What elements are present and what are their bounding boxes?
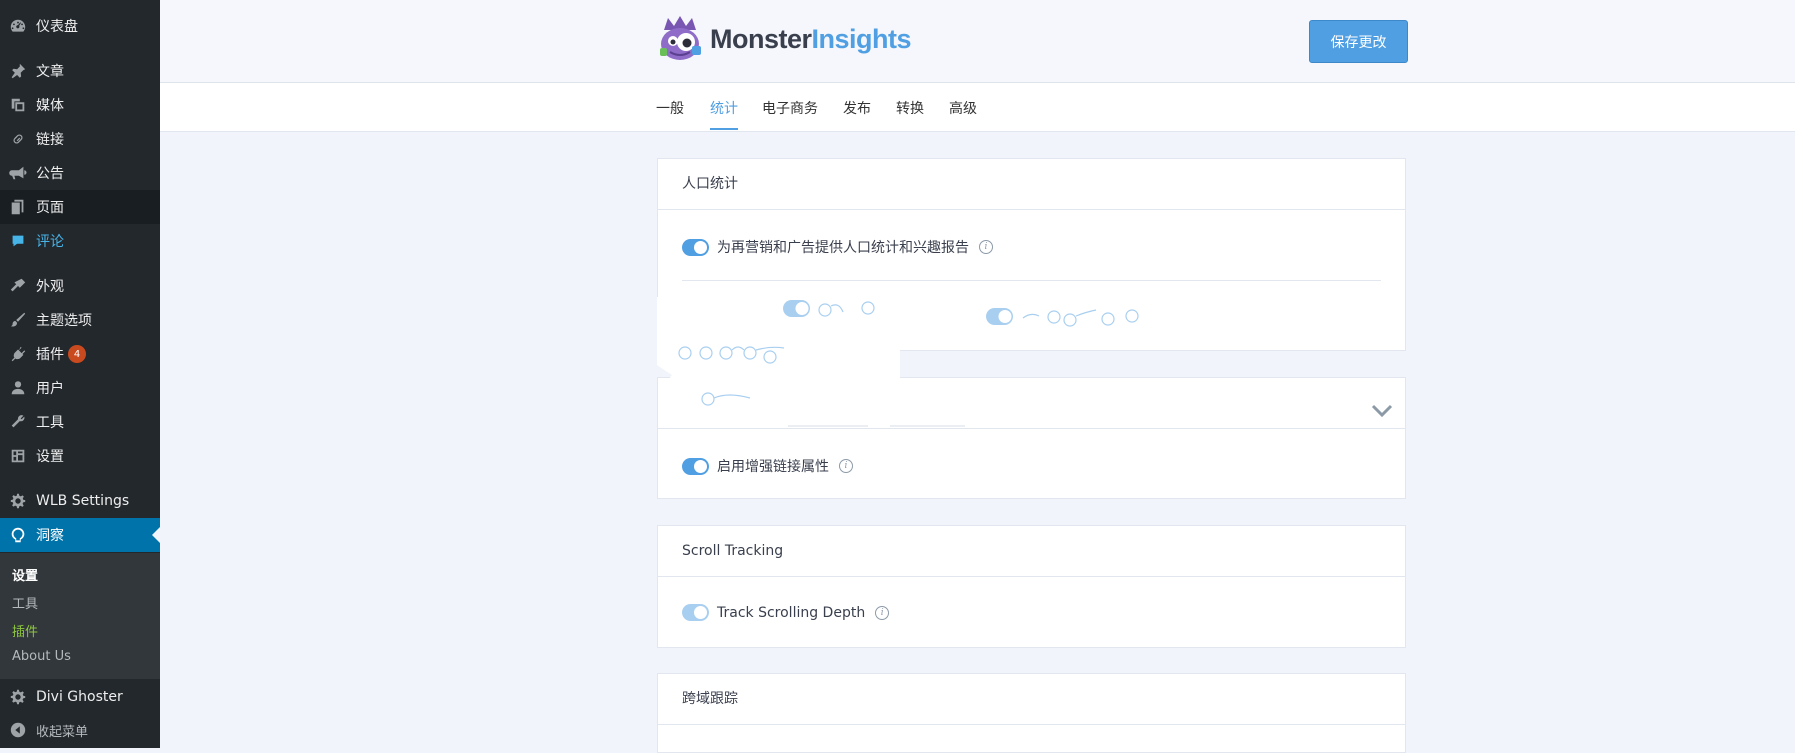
- demographics-label: 为再营销和广告提供人口统计和兴趣报告: [717, 240, 969, 256]
- collapse-menu-label: 收起菜单: [36, 724, 89, 740]
- divider: [682, 280, 1381, 281]
- sidebar-item-label: 插件: [36, 347, 64, 363]
- tab-tracking[interactable]: 统计: [710, 98, 738, 130]
- pin-icon: [9, 62, 27, 80]
- sidebar-item-theme-options[interactable]: 主题选项: [0, 303, 160, 337]
- save-changes-button[interactable]: 保存更改: [1309, 20, 1408, 63]
- demographics-card: 人口统计 为再营销和广告提供人口统计和兴趣报告 i: [657, 158, 1406, 351]
- info-icon[interactable]: i: [875, 605, 890, 620]
- sidebar-item-dashboard[interactable]: 仪表盘: [0, 9, 160, 43]
- submenu-item-about-us[interactable]: About Us: [12, 649, 71, 664]
- tab-conversions[interactable]: 转换: [896, 98, 924, 128]
- pages-icon: [9, 198, 27, 216]
- comments-icon: [9, 232, 27, 250]
- scroll-depth-label: Track Scrolling Depth: [717, 604, 866, 621]
- enhanced-link-row: 启用增强链接属性 i: [682, 456, 853, 476]
- sidebar-item-label: Divi Ghoster: [36, 689, 123, 705]
- demographics-row: 为再营销和广告提供人口统计和兴趣报告 i: [682, 237, 993, 257]
- enhanced-link-label: 启用增强链接属性: [717, 459, 829, 475]
- link-icon: [9, 130, 27, 148]
- appearance-icon: [9, 277, 27, 295]
- brand-name: MonsterInsights: [710, 23, 912, 54]
- sidebar-item-label: 外观: [36, 279, 64, 295]
- sidebar-item-label: 用户: [36, 381, 64, 397]
- dashboard-icon: [9, 17, 27, 35]
- sidebar-item-wlb-settings[interactable]: WLB Settings: [0, 484, 160, 518]
- enhanced-link-toggle[interactable]: [682, 457, 709, 475]
- sidebar-item-divi-ghoster[interactable]: Divi Ghoster: [0, 680, 160, 714]
- cross-domain-card: 跨域跟踪: [657, 673, 1406, 753]
- plugin-update-badge: 4: [68, 345, 86, 363]
- sidebar-item-users[interactable]: 用户: [0, 371, 160, 405]
- sidebar-item-label: 评论: [36, 234, 64, 250]
- sidebar-item-posts[interactable]: 文章: [0, 54, 160, 88]
- sidebar-item-label: 文章: [36, 64, 64, 80]
- sidebar-item-insights[interactable]: 洞察: [0, 518, 160, 552]
- card-title: 跨域跟踪: [658, 674, 1405, 725]
- collapse-menu-button[interactable]: 收起菜单: [0, 713, 160, 747]
- enhanced-link-card: 启用增强链接属性 i: [657, 377, 1406, 499]
- submenu-item-tools[interactable]: 工具: [12, 593, 38, 612]
- sidebar-item-appearance[interactable]: 外观: [0, 269, 160, 303]
- megaphone-icon: [9, 164, 27, 182]
- sidebar-item-label: 仪表盘: [36, 19, 78, 35]
- tab-advanced[interactable]: 高级: [949, 98, 977, 128]
- card-title: 人口统计: [658, 159, 1405, 210]
- card-title: Scroll Tracking: [658, 526, 1405, 577]
- sidebar-item-settings[interactable]: 设置: [0, 439, 160, 473]
- collapse-icon: [9, 721, 27, 739]
- monsterinsights-logo: MonsterInsights: [656, 16, 912, 62]
- gear-icon: [9, 688, 27, 706]
- sidebar-item-label: 主题选项: [36, 313, 92, 329]
- wrench-icon: [9, 413, 27, 431]
- sidebar-item-label: 链接: [36, 132, 64, 148]
- admin-sidebar: 仪表盘 文章 媒体 链接 公告 页面 评论 外观 主题选项 插件 4 用户 工具…: [0, 0, 160, 748]
- tab-ecommerce[interactable]: 电子商务: [762, 98, 818, 128]
- sidebar-item-announcements[interactable]: 公告: [0, 156, 160, 190]
- scroll-tracking-card: Scroll Tracking Track Scrolling Depth i: [657, 525, 1406, 648]
- chevron-down-icon[interactable]: [1371, 404, 1393, 418]
- scroll-depth-row: Track Scrolling Depth i: [682, 604, 890, 621]
- demographics-toggle[interactable]: [682, 238, 709, 256]
- sidebar-item-pages[interactable]: 页面: [0, 190, 160, 224]
- sidebar-item-label: WLB Settings: [36, 493, 130, 509]
- sidebar-item-label: 页面: [36, 200, 64, 216]
- monster-mascot-icon: [660, 16, 701, 60]
- sidebar-item-label: 公告: [36, 166, 64, 182]
- sidebar-item-plugins[interactable]: 插件 4: [0, 337, 160, 371]
- settings-tabs: 一般 统计 电子商务 发布 转换 高级: [160, 83, 1795, 132]
- insights-icon: [9, 526, 27, 544]
- sidebar-item-tools[interactable]: 工具: [0, 405, 160, 439]
- sidebar-item-comments[interactable]: 评论: [0, 224, 160, 258]
- insights-submenu: 设置 工具 插件 About Us: [0, 553, 160, 679]
- sidebar-item-label: 设置: [36, 449, 64, 465]
- media-icon: [9, 96, 27, 114]
- sidebar-item-media[interactable]: 媒体: [0, 88, 160, 122]
- user-icon: [9, 379, 27, 397]
- sidebar-item-links[interactable]: 链接: [0, 122, 160, 156]
- sidebar-item-label: 洞察: [36, 528, 64, 544]
- info-icon[interactable]: i: [839, 459, 853, 473]
- page-header: MonsterInsights 保存更改: [160, 0, 1795, 83]
- tab-general[interactable]: 一般: [656, 98, 684, 128]
- settings-icon: [9, 447, 27, 465]
- scroll-depth-toggle[interactable]: [682, 604, 709, 621]
- submenu-item-addons[interactable]: 插件: [12, 621, 38, 640]
- tab-publisher[interactable]: 发布: [843, 98, 871, 128]
- brush-icon: [9, 311, 27, 329]
- info-icon[interactable]: i: [979, 240, 993, 254]
- plugin-icon: [9, 345, 27, 363]
- submenu-item-settings[interactable]: 设置: [12, 565, 38, 584]
- sidebar-item-label: 工具: [36, 415, 64, 431]
- sidebar-item-label: 媒体: [36, 98, 64, 114]
- gear-icon: [9, 492, 27, 510]
- card-title: [658, 378, 1405, 429]
